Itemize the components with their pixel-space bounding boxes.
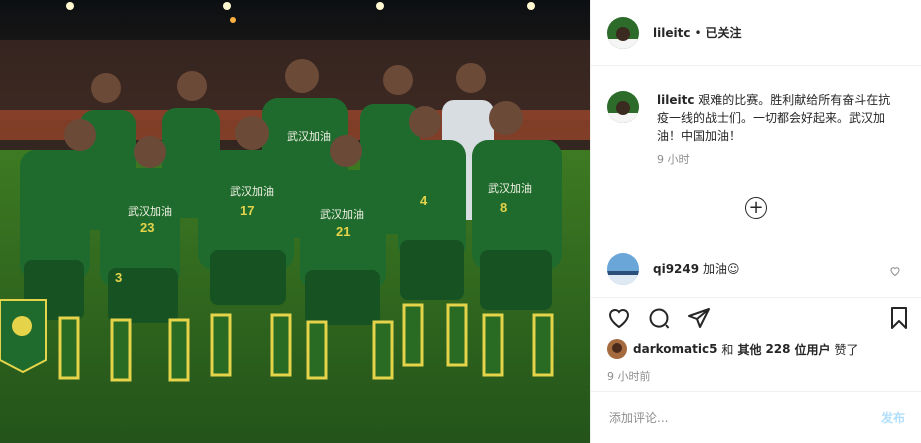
post-header: lileitc • 已关注 <box>591 0 921 66</box>
bookmark-icon[interactable] <box>887 306 911 330</box>
team-photo-illustration: 23 17 21 8 4 3 武汉加油 武汉加油 武汉加油 武汉加油 武汉加油 <box>0 0 590 443</box>
comment-username[interactable]: qi9249 <box>653 262 699 276</box>
likes-unit[interactable]: 位用户 <box>795 341 831 358</box>
add-comment-bar: 发布 <box>591 391 921 443</box>
comment-like-heart-icon[interactable] <box>889 265 901 277</box>
share-icon[interactable] <box>687 306 711 330</box>
likes-suffix: 赞了 <box>834 342 859 357</box>
comment-text: 加油☺ <box>702 262 740 276</box>
load-more-comments-button[interactable]: + <box>745 197 767 219</box>
likes-count[interactable]: 228 <box>765 342 790 356</box>
avatar[interactable] <box>607 253 639 285</box>
user-avatar-icon <box>607 253 639 285</box>
likes-summary: darkomatic5 和 其他 228 位用户 赞了 <box>607 339 859 359</box>
user-avatar-icon <box>607 91 639 123</box>
caption-time[interactable]: 9 小时 <box>657 151 897 169</box>
liker-username[interactable]: darkomatic5 <box>633 342 717 356</box>
post-photo[interactable]: 23 17 21 8 4 3 武汉加油 武汉加油 武汉加油 武汉加油 武汉加油 <box>0 0 590 443</box>
jersey-number: 17 <box>240 203 254 218</box>
jersey-sponsor-text: 武汉加油 <box>488 181 532 195</box>
post-comment-button[interactable]: 发布 <box>881 409 905 426</box>
comment-input[interactable] <box>607 409 881 426</box>
team-pennant <box>0 299 47 374</box>
follow-status-button[interactable]: 已关注 <box>706 24 742 41</box>
liker-avatar-icon <box>607 339 627 359</box>
caption-body: lileitc 艰难的比赛。胜利献给所有奋斗在抗疫一线的战士们。一切都会好起来。… <box>657 91 897 169</box>
jersey-sponsor-text: 武汉加油 <box>287 129 331 143</box>
instagram-post: 23 17 21 8 4 3 武汉加油 武汉加油 武汉加油 武汉加油 武汉加油 <box>0 0 921 443</box>
likes-others[interactable]: 其他 <box>737 341 761 358</box>
jersey-number: 23 <box>140 220 154 235</box>
avatar[interactable] <box>607 91 639 123</box>
jersey-number: 3 <box>115 270 122 285</box>
avatar[interactable] <box>607 16 639 49</box>
post-timestamp[interactable]: 9 小时前 <box>607 368 651 384</box>
jersey-number: 4 <box>420 193 428 208</box>
header-username[interactable]: lileitc <box>653 26 690 40</box>
caption-username[interactable]: lileitc <box>657 93 694 107</box>
jersey-number: 8 <box>500 200 507 215</box>
caption: lileitc 艰难的比赛。胜利献给所有奋斗在抗疫一线的战士们。一切都会好起来。… <box>607 91 905 169</box>
jersey-number: 21 <box>336 224 350 239</box>
jersey-sponsor-text: 武汉加油 <box>320 207 364 221</box>
comments-section: lileitc 艰难的比赛。胜利献给所有奋斗在抗疫一线的战士们。一切都会好起来。… <box>591 67 921 296</box>
comment-body: qi9249 加油☺ <box>653 260 893 278</box>
header-separator: • <box>694 25 702 40</box>
jersey-sponsor-text: 武汉加油 <box>128 204 172 218</box>
heart-icon[interactable] <box>607 306 631 330</box>
action-bar <box>591 297 921 334</box>
post-sidebar: lileitc • 已关注 lileitc 艰难的比赛。胜利献给所有奋斗在抗疫一… <box>590 0 921 443</box>
comment-icon[interactable] <box>647 306 671 330</box>
likes-connector: 和 <box>721 342 734 357</box>
avatar[interactable] <box>607 339 627 359</box>
jersey-sponsor-text: 武汉加油 <box>230 184 274 198</box>
plus-circle-icon: + <box>748 197 764 218</box>
comment-item: qi9249 加油☺ <box>607 253 907 285</box>
user-avatar-icon <box>607 16 639 49</box>
